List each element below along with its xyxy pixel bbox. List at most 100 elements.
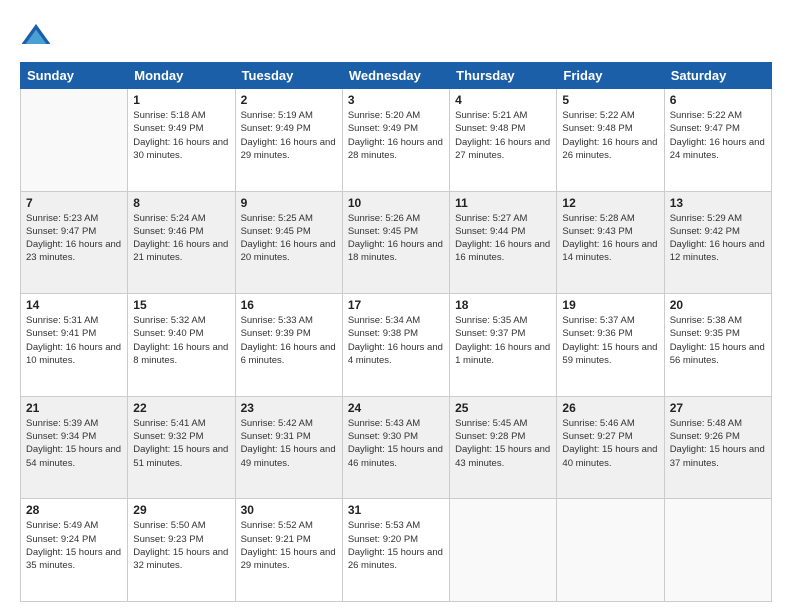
day-number: 4: [455, 93, 551, 107]
day-number: 14: [26, 298, 122, 312]
calendar-cell: 30 Sunrise: 5:52 AM Sunset: 9:21 PM Dayli…: [235, 499, 342, 602]
calendar-cell: 14 Sunrise: 5:31 AM Sunset: 9:41 PM Dayli…: [21, 294, 128, 397]
day-detail: Sunrise: 5:28 AM Sunset: 9:43 PM Dayligh…: [562, 212, 658, 265]
calendar-cell: 18 Sunrise: 5:35 AM Sunset: 9:37 PM Dayli…: [450, 294, 557, 397]
calendar-cell: [450, 499, 557, 602]
day-detail: Sunrise: 5:19 AM Sunset: 9:49 PM Dayligh…: [241, 109, 337, 162]
day-detail: Sunrise: 5:37 AM Sunset: 9:36 PM Dayligh…: [562, 314, 658, 367]
day-number: 28: [26, 503, 122, 517]
calendar-cell: 1 Sunrise: 5:18 AM Sunset: 9:49 PM Daylig…: [128, 89, 235, 192]
calendar-cell: 9 Sunrise: 5:25 AM Sunset: 9:45 PM Daylig…: [235, 191, 342, 294]
calendar-cell: 24 Sunrise: 5:43 AM Sunset: 9:30 PM Dayli…: [342, 396, 449, 499]
calendar-cell: 15 Sunrise: 5:32 AM Sunset: 9:40 PM Dayli…: [128, 294, 235, 397]
day-detail: Sunrise: 5:43 AM Sunset: 9:30 PM Dayligh…: [348, 417, 444, 470]
calendar-cell: [557, 499, 664, 602]
day-detail: Sunrise: 5:31 AM Sunset: 9:41 PM Dayligh…: [26, 314, 122, 367]
day-number: 23: [241, 401, 337, 415]
calendar-cell: 2 Sunrise: 5:19 AM Sunset: 9:49 PM Daylig…: [235, 89, 342, 192]
day-detail: Sunrise: 5:32 AM Sunset: 9:40 PM Dayligh…: [133, 314, 229, 367]
day-number: 17: [348, 298, 444, 312]
day-detail: Sunrise: 5:22 AM Sunset: 9:48 PM Dayligh…: [562, 109, 658, 162]
calendar-cell: 28 Sunrise: 5:49 AM Sunset: 9:24 PM Dayli…: [21, 499, 128, 602]
calendar-header-tuesday: Tuesday: [235, 63, 342, 89]
day-detail: Sunrise: 5:53 AM Sunset: 9:20 PM Dayligh…: [348, 519, 444, 572]
day-number: 18: [455, 298, 551, 312]
day-number: 9: [241, 196, 337, 210]
day-number: 21: [26, 401, 122, 415]
header: [20, 20, 772, 52]
day-detail: Sunrise: 5:45 AM Sunset: 9:28 PM Dayligh…: [455, 417, 551, 470]
logo: [20, 20, 56, 52]
calendar-cell: 23 Sunrise: 5:42 AM Sunset: 9:31 PM Dayli…: [235, 396, 342, 499]
calendar-cell: 27Sunrise: 5:48 AM Sunset: 9:26 PM Dayli…: [664, 396, 771, 499]
day-number: 22: [133, 401, 229, 415]
day-detail: Sunrise: 5:18 AM Sunset: 9:49 PM Dayligh…: [133, 109, 229, 162]
day-detail: Sunrise: 5:33 AM Sunset: 9:39 PM Dayligh…: [241, 314, 337, 367]
day-number: 26: [562, 401, 658, 415]
calendar-week-row: 28 Sunrise: 5:49 AM Sunset: 9:24 PM Dayli…: [21, 499, 772, 602]
calendar-cell: 4 Sunrise: 5:21 AM Sunset: 9:48 PM Daylig…: [450, 89, 557, 192]
day-number: 1: [133, 93, 229, 107]
calendar-header-sunday: Sunday: [21, 63, 128, 89]
day-detail: Sunrise: 5:25 AM Sunset: 9:45 PM Dayligh…: [241, 212, 337, 265]
day-number: 25: [455, 401, 551, 415]
calendar-cell: [21, 89, 128, 192]
day-number: 31: [348, 503, 444, 517]
day-number: 13: [670, 196, 766, 210]
calendar-cell: 16 Sunrise: 5:33 AM Sunset: 9:39 PM Dayli…: [235, 294, 342, 397]
calendar-header-monday: Monday: [128, 63, 235, 89]
day-detail: Sunrise: 5:23 AM Sunset: 9:47 PM Dayligh…: [26, 212, 122, 265]
calendar-header-saturday: Saturday: [664, 63, 771, 89]
day-detail: Sunrise: 5:38 AM Sunset: 9:35 PM Dayligh…: [670, 314, 766, 367]
day-number: 20: [670, 298, 766, 312]
calendar-header-row: SundayMondayTuesdayWednesdayThursdayFrid…: [21, 63, 772, 89]
day-number: 7: [26, 196, 122, 210]
calendar-week-row: 1 Sunrise: 5:18 AM Sunset: 9:49 PM Daylig…: [21, 89, 772, 192]
calendar: SundayMondayTuesdayWednesdayThursdayFrid…: [20, 62, 772, 602]
calendar-week-row: 7 Sunrise: 5:23 AM Sunset: 9:47 PM Daylig…: [21, 191, 772, 294]
day-detail: Sunrise: 5:35 AM Sunset: 9:37 PM Dayligh…: [455, 314, 551, 367]
calendar-cell: 6Sunrise: 5:22 AM Sunset: 9:47 PM Daylig…: [664, 89, 771, 192]
calendar-cell: 10 Sunrise: 5:26 AM Sunset: 9:45 PM Dayli…: [342, 191, 449, 294]
day-detail: Sunrise: 5:26 AM Sunset: 9:45 PM Dayligh…: [348, 212, 444, 265]
calendar-cell: 12 Sunrise: 5:28 AM Sunset: 9:43 PM Dayli…: [557, 191, 664, 294]
calendar-cell: [664, 499, 771, 602]
calendar-cell: 7 Sunrise: 5:23 AM Sunset: 9:47 PM Daylig…: [21, 191, 128, 294]
day-number: 8: [133, 196, 229, 210]
day-detail: Sunrise: 5:50 AM Sunset: 9:23 PM Dayligh…: [133, 519, 229, 572]
day-detail: Sunrise: 5:24 AM Sunset: 9:46 PM Dayligh…: [133, 212, 229, 265]
day-number: 15: [133, 298, 229, 312]
day-detail: Sunrise: 5:46 AM Sunset: 9:27 PM Dayligh…: [562, 417, 658, 470]
calendar-cell: 3Sunrise: 5:20 AM Sunset: 9:49 PM Daylig…: [342, 89, 449, 192]
day-detail: Sunrise: 5:52 AM Sunset: 9:21 PM Dayligh…: [241, 519, 337, 572]
calendar-cell: 5Sunrise: 5:22 AM Sunset: 9:48 PM Daylig…: [557, 89, 664, 192]
day-number: 2: [241, 93, 337, 107]
day-number: 19: [562, 298, 658, 312]
day-number: 27: [670, 401, 766, 415]
day-detail: Sunrise: 5:39 AM Sunset: 9:34 PM Dayligh…: [26, 417, 122, 470]
calendar-header-thursday: Thursday: [450, 63, 557, 89]
calendar-header-wednesday: Wednesday: [342, 63, 449, 89]
day-detail: Sunrise: 5:21 AM Sunset: 9:48 PM Dayligh…: [455, 109, 551, 162]
calendar-cell: 8 Sunrise: 5:24 AM Sunset: 9:46 PM Daylig…: [128, 191, 235, 294]
day-detail: Sunrise: 5:49 AM Sunset: 9:24 PM Dayligh…: [26, 519, 122, 572]
day-number: 30: [241, 503, 337, 517]
day-number: 16: [241, 298, 337, 312]
day-detail: Sunrise: 5:42 AM Sunset: 9:31 PM Dayligh…: [241, 417, 337, 470]
day-number: 24: [348, 401, 444, 415]
calendar-cell: 22 Sunrise: 5:41 AM Sunset: 9:32 PM Dayli…: [128, 396, 235, 499]
calendar-cell: 20 Sunrise: 5:38 AM Sunset: 9:35 PM Dayli…: [664, 294, 771, 397]
calendar-cell: 31 Sunrise: 5:53 AM Sunset: 9:20 PM Dayli…: [342, 499, 449, 602]
calendar-header-friday: Friday: [557, 63, 664, 89]
logo-icon: [20, 20, 52, 52]
day-number: 11: [455, 196, 551, 210]
day-number: 12: [562, 196, 658, 210]
calendar-cell: 26 Sunrise: 5:46 AM Sunset: 9:27 PM Dayli…: [557, 396, 664, 499]
calendar-cell: 13Sunrise: 5:29 AM Sunset: 9:42 PM Dayli…: [664, 191, 771, 294]
calendar-cell: 19 Sunrise: 5:37 AM Sunset: 9:36 PM Dayli…: [557, 294, 664, 397]
calendar-week-row: 21 Sunrise: 5:39 AM Sunset: 9:34 PM Dayli…: [21, 396, 772, 499]
day-number: 10: [348, 196, 444, 210]
calendar-week-row: 14 Sunrise: 5:31 AM Sunset: 9:41 PM Dayli…: [21, 294, 772, 397]
calendar-cell: 17Sunrise: 5:34 AM Sunset: 9:38 PM Dayli…: [342, 294, 449, 397]
day-detail: Sunrise: 5:41 AM Sunset: 9:32 PM Dayligh…: [133, 417, 229, 470]
